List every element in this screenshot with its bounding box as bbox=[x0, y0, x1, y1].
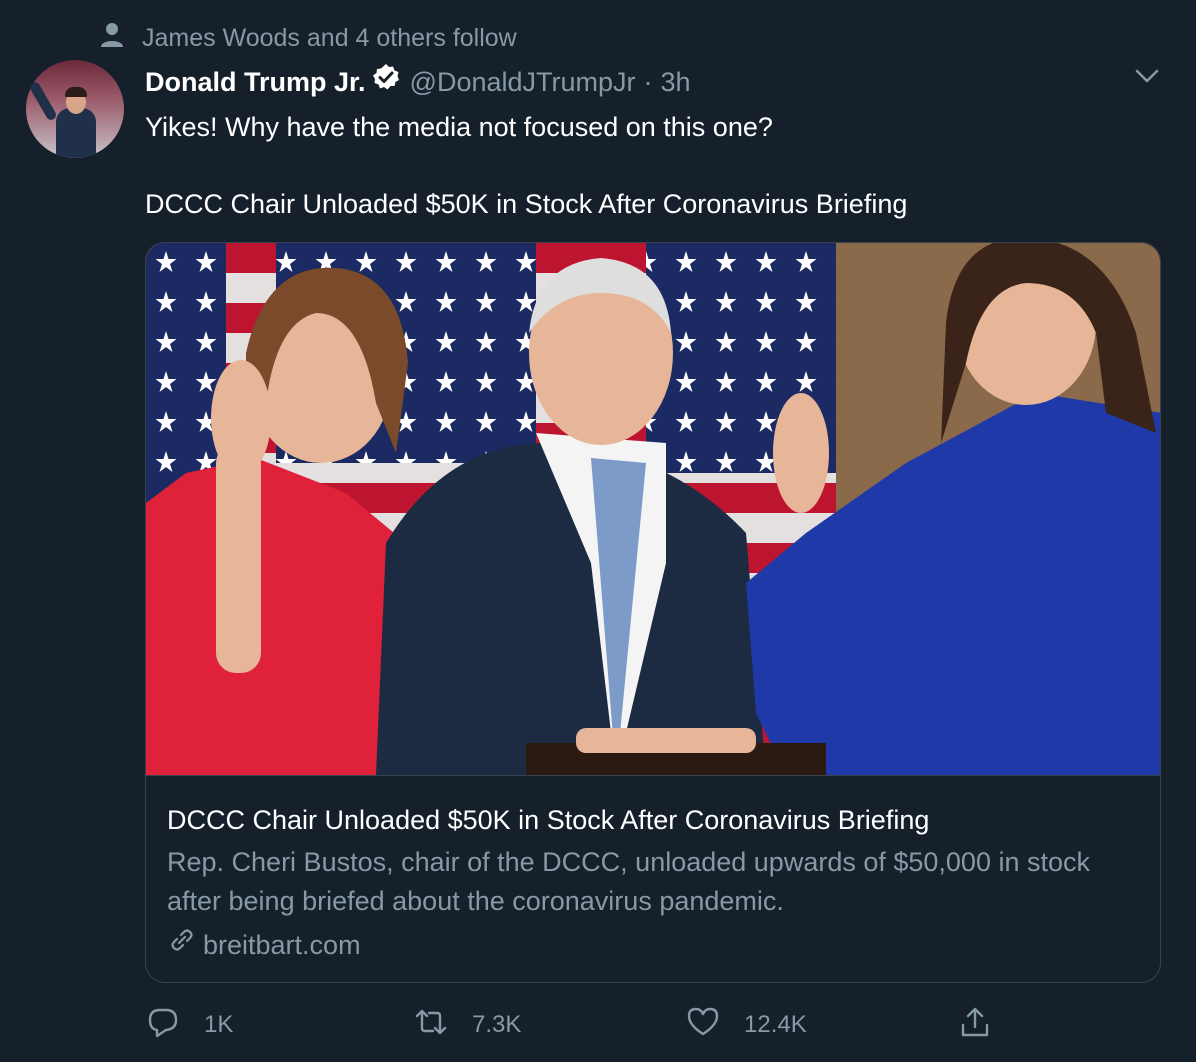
card-title: DCCC Chair Unloaded $50K in Stock After … bbox=[167, 805, 930, 835]
retweet-icon bbox=[414, 1005, 448, 1046]
like-count: 12.4K bbox=[744, 1011, 807, 1038]
card-description: Rep. Cheri Bustos, chair of the DCCC, un… bbox=[167, 847, 1090, 916]
display-name[interactable]: Donald Trump Jr. bbox=[145, 62, 366, 102]
card-image[interactable] bbox=[146, 243, 1160, 775]
tweet-actions: 1K 7.3K 12.4K bbox=[0, 1000, 1196, 1050]
like-button[interactable]: 12.4K bbox=[686, 1000, 807, 1050]
card-link[interactable]: breitbart.com bbox=[167, 925, 361, 965]
separator-dot: · bbox=[643, 67, 653, 97]
social-context-text: James Woods and 4 others follow bbox=[142, 24, 517, 52]
share-button[interactable] bbox=[958, 1000, 992, 1050]
tweet-text-headline: DCCC Chair Unloaded $50K in Stock After … bbox=[145, 189, 908, 219]
avatar[interactable] bbox=[26, 60, 124, 158]
tweet-text-line: Yikes! Why have the media not focused on… bbox=[145, 112, 773, 142]
social-context[interactable]: James Woods and 4 others follow bbox=[100, 22, 517, 55]
heart-icon bbox=[686, 1005, 720, 1046]
tweet-text: Yikes! Why have the media not focused on… bbox=[145, 108, 907, 223]
retweet-count: 7.3K bbox=[472, 1011, 522, 1038]
link-icon bbox=[167, 925, 197, 965]
person-icon bbox=[100, 22, 124, 55]
link-card[interactable]: DCCC Chair Unloaded $50K in Stock After … bbox=[145, 242, 1161, 983]
verified-badge-icon bbox=[366, 62, 410, 102]
user-handle[interactable]: @DonaldJTrumpJr bbox=[410, 62, 636, 102]
chevron-down-icon[interactable] bbox=[1131, 62, 1163, 90]
card-body[interactable]: DCCC Chair Unloaded $50K in Stock After … bbox=[146, 775, 1160, 982]
retweet-button[interactable]: 7.3K bbox=[414, 1000, 521, 1050]
tweet-header: Donald Trump Jr. @DonaldJTrumpJr · 3h bbox=[145, 62, 691, 102]
reply-icon bbox=[146, 1005, 180, 1046]
card-domain: breitbart.com bbox=[203, 930, 361, 960]
tweet-time[interactable]: 3h bbox=[661, 62, 691, 102]
reply-button[interactable]: 1K bbox=[146, 1000, 233, 1050]
reply-count: 1K bbox=[204, 1011, 234, 1038]
share-icon bbox=[958, 1005, 992, 1046]
